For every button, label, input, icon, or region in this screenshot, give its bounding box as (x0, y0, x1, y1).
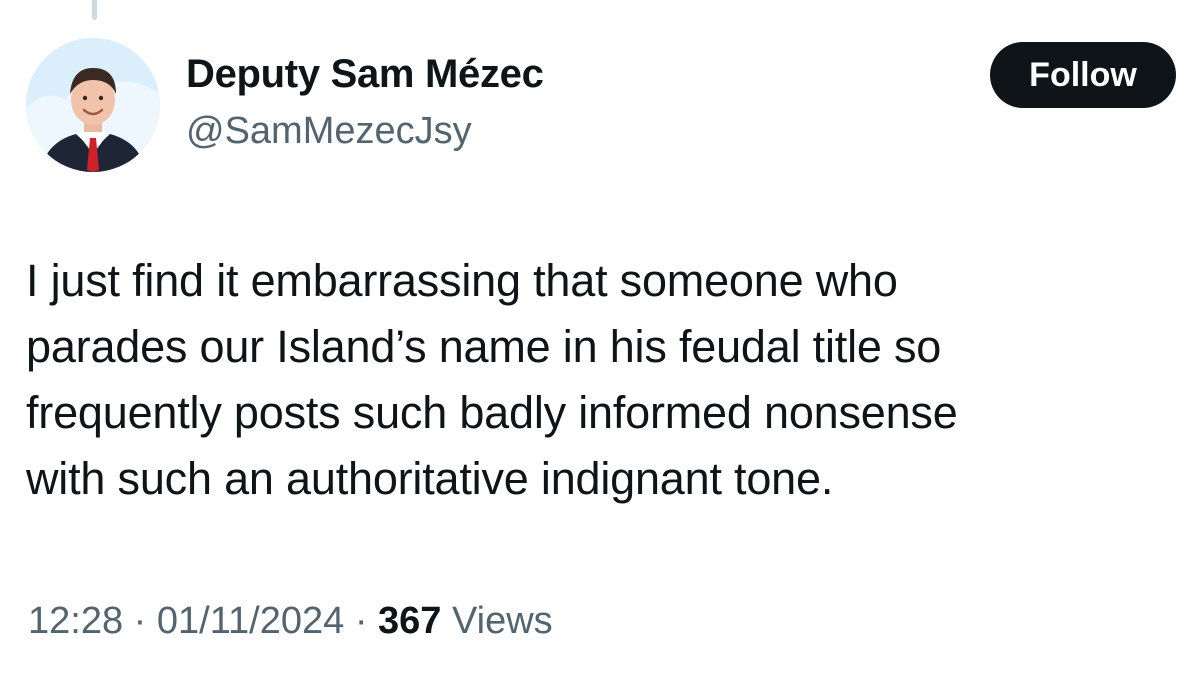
follow-button[interactable]: Follow (990, 42, 1176, 108)
thread-connector-line (92, 0, 97, 20)
tweet-time[interactable]: 12:28 (28, 600, 123, 642)
tweet-text-line: with such an authoritative indignant ton… (26, 453, 834, 504)
display-name[interactable]: Deputy Sam Mézec (186, 52, 544, 97)
tweet-text-line: I just find it embarrassing that someone… (26, 255, 898, 306)
tweet-text: I just find it embarrassing that someone… (26, 248, 1176, 512)
user-handle[interactable]: @SamMezecJsy (186, 110, 472, 153)
views-label[interactable]: Views (452, 600, 553, 642)
avatar[interactable] (26, 38, 160, 172)
avatar-image (26, 38, 160, 172)
tweet-text-line: parades our Island’s name in his feudal … (26, 321, 942, 372)
tweet-text-line: frequently posts such badly informed non… (26, 387, 958, 438)
meta-separator: · (354, 600, 368, 642)
meta-separator: · (133, 600, 147, 642)
tweet-metadata: 12:28 · 01/11/2024 · 367 Views (28, 600, 553, 643)
views-count[interactable]: 367 (378, 600, 441, 642)
tweet-date[interactable]: 01/11/2024 (157, 600, 344, 642)
